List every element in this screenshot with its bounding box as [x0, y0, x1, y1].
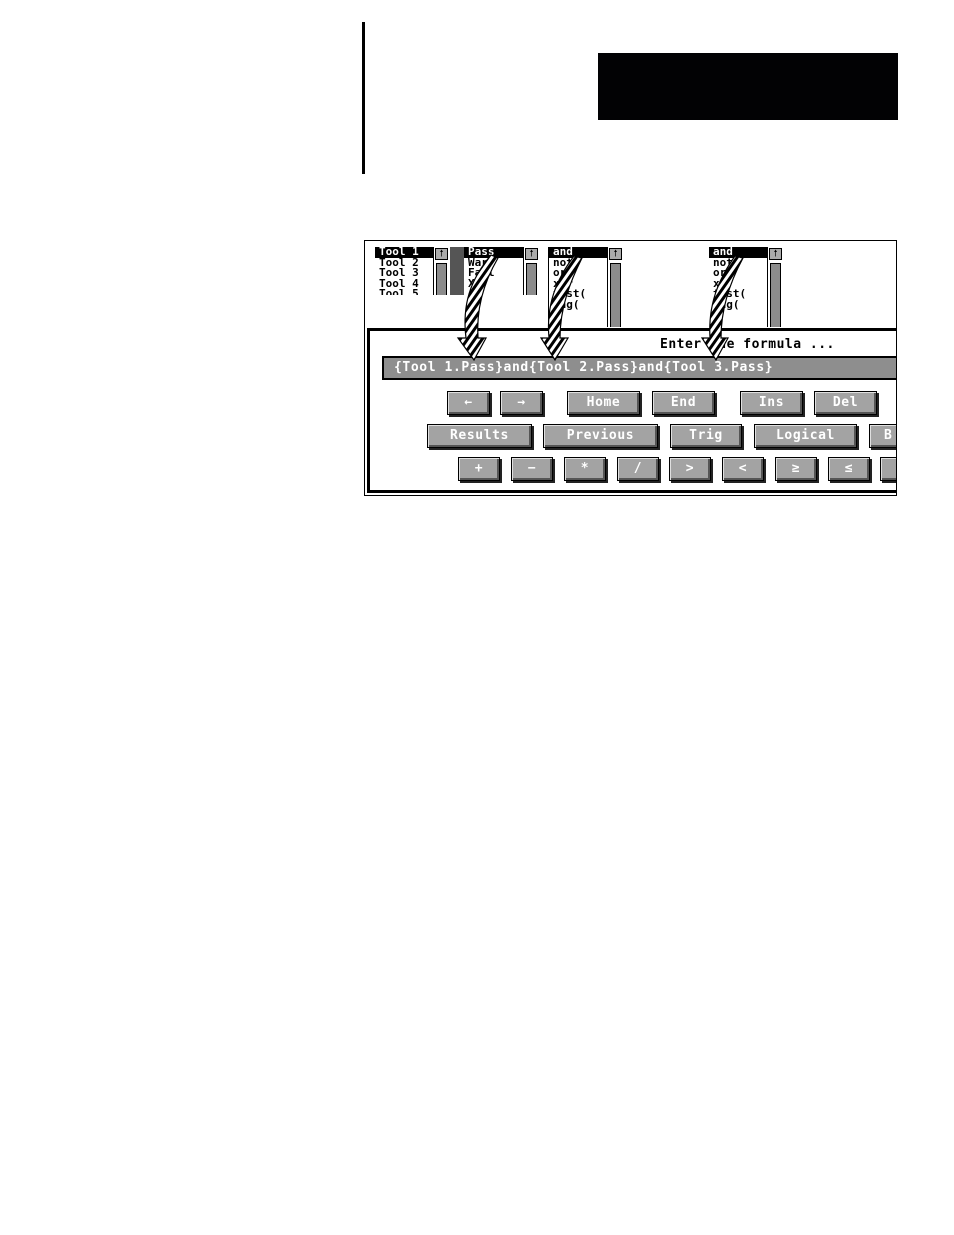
less-equal-button[interactable]: ≤: [828, 457, 870, 481]
scrollbar[interactable]: 🠕: [523, 247, 540, 295]
scrollbar-thumb[interactable]: [610, 263, 621, 327]
logical-list-items: and not or xor test( rng(: [549, 247, 608, 327]
home-button[interactable]: Home: [567, 391, 640, 415]
scrollbar[interactable]: 🠕: [433, 247, 450, 295]
figure-right-mask: [897, 240, 954, 500]
list-item[interactable]: X: [464, 278, 524, 290]
minus-button[interactable]: −: [511, 457, 553, 481]
scroll-up-arrow-icon[interactable]: 🠕: [769, 248, 782, 260]
scrollbar-thumb[interactable]: [770, 263, 781, 327]
result-listbox[interactable]: Pass Warn Fail X 🠕: [464, 247, 540, 295]
logical-list-items: and not or xor test( rng(: [709, 247, 768, 327]
scrollbar[interactable]: 🠕: [607, 247, 624, 327]
end-button[interactable]: End: [652, 391, 715, 415]
formula-input[interactable]: {Tool 1.Pass}and{Tool 2.Pass}and{Tool 3.…: [382, 356, 902, 380]
cursor-right-button[interactable]: →: [500, 391, 543, 415]
list-item[interactable]: rng(: [549, 299, 608, 311]
result-list-items: Pass Warn Fail X: [464, 247, 524, 295]
trig-button[interactable]: Trig: [670, 424, 742, 448]
logical-listbox-2[interactable]: and not or xor test( rng( 🠕: [709, 247, 784, 327]
chapter-header-block: [598, 53, 898, 120]
figure-border-right: [896, 240, 897, 496]
cursor-left-button[interactable]: ←: [447, 391, 490, 415]
less-than-button[interactable]: <: [722, 457, 764, 481]
tool-listbox[interactable]: Tool 1 Tool 2 Tool 3 Tool 4 Tool 5 🠕: [375, 247, 450, 295]
ins-button[interactable]: Ins: [740, 391, 803, 415]
greater-than-button[interactable]: >: [669, 457, 711, 481]
scrollbar-thumb[interactable]: [436, 263, 447, 295]
scroll-up-arrow-icon[interactable]: 🠕: [525, 248, 538, 260]
plus-button[interactable]: +: [458, 457, 500, 481]
listbox-separator: [450, 247, 464, 295]
greater-equal-button[interactable]: ≥: [775, 457, 817, 481]
del-button[interactable]: Del: [814, 391, 877, 415]
list-item[interactable]: Tool 5: [375, 288, 434, 295]
results-button[interactable]: Results: [427, 424, 532, 448]
tool-list-items: Tool 1 Tool 2 Tool 3 Tool 4 Tool 5: [375, 247, 434, 295]
scroll-up-arrow-icon[interactable]: 🠕: [435, 248, 448, 260]
formula-prompt: Enter the formula ...: [660, 337, 835, 352]
scrollbar-thumb[interactable]: [526, 263, 537, 295]
list-item[interactable]: rng(: [709, 299, 768, 311]
previous-button[interactable]: Previous: [543, 424, 658, 448]
logical-listbox-1[interactable]: and not or xor test( rng( 🠕: [548, 247, 624, 327]
drag-arrows: [456, 254, 744, 362]
scroll-up-arrow-icon[interactable]: 🠕: [609, 248, 622, 260]
logical-button[interactable]: Logical: [754, 424, 857, 448]
margin-rule: [362, 22, 365, 174]
figure-border-bottom: [364, 495, 897, 496]
multiply-button[interactable]: *: [564, 457, 606, 481]
scrollbar[interactable]: 🠕: [767, 247, 784, 327]
divide-button[interactable]: /: [617, 457, 659, 481]
